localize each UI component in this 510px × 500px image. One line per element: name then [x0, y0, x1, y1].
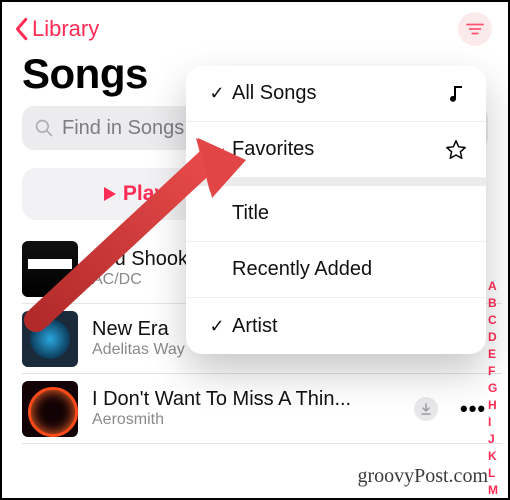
- menu-label: Recently Added: [232, 258, 468, 281]
- index-letter[interactable]: J: [488, 431, 498, 448]
- menu-item-artist[interactable]: ✓ Artist: [186, 298, 486, 354]
- index-letter[interactable]: C: [488, 312, 498, 329]
- star-icon: [444, 139, 468, 161]
- index-letter[interactable]: L: [488, 465, 498, 482]
- index-letter[interactable]: A: [488, 278, 498, 295]
- album-art: [22, 381, 78, 437]
- index-letter[interactable]: D: [488, 329, 498, 346]
- menu-label: Favorites: [232, 138, 442, 161]
- checkmark-icon: ✓: [204, 83, 230, 104]
- watermark: groovyPost.com: [357, 465, 488, 488]
- menu-label: All Songs: [232, 82, 442, 105]
- index-letter[interactable]: K: [488, 448, 498, 465]
- album-art: [22, 311, 78, 367]
- index-letter[interactable]: I: [488, 414, 498, 431]
- sort-menu: ✓ All Songs Favorites Title Recent: [186, 66, 486, 354]
- index-letter[interactable]: B: [488, 295, 498, 312]
- menu-separator: [186, 178, 486, 186]
- menu-item-favorites[interactable]: Favorites: [186, 122, 486, 178]
- sort-button[interactable]: [458, 12, 492, 46]
- menu-label: Title: [232, 202, 468, 225]
- search-placeholder: Find in Songs: [62, 117, 184, 140]
- search-icon: [34, 118, 54, 138]
- download-icon[interactable]: [414, 397, 438, 421]
- alpha-index[interactable]: A B C D E F G H I J K L M: [488, 278, 498, 499]
- play-label: Play: [123, 182, 166, 206]
- play-icon: [103, 186, 117, 202]
- index-letter[interactable]: F: [488, 363, 498, 380]
- more-button[interactable]: •••: [460, 396, 488, 422]
- album-art: [22, 241, 78, 297]
- menu-item-all-songs[interactable]: ✓ All Songs: [186, 66, 486, 122]
- song-artist: Aerosmith: [92, 411, 400, 429]
- menu-item-recently-added[interactable]: Recently Added: [186, 242, 486, 298]
- back-button[interactable]: Library: [12, 16, 99, 42]
- song-title: I Don't Want To Miss A Thin...: [92, 388, 400, 411]
- chevron-left-icon: [12, 17, 30, 41]
- menu-item-title[interactable]: Title: [186, 186, 486, 242]
- index-letter[interactable]: G: [488, 380, 498, 397]
- list-sort-icon: [466, 22, 484, 36]
- index-letter[interactable]: H: [488, 397, 498, 414]
- list-item[interactable]: I Don't Want To Miss A Thin... Aerosmith…: [22, 374, 502, 444]
- music-note-icon: [444, 84, 468, 104]
- index-letter[interactable]: E: [488, 346, 498, 363]
- checkmark-icon: ✓: [204, 316, 230, 337]
- back-label: Library: [32, 16, 99, 42]
- menu-label: Artist: [232, 315, 468, 338]
- page-title: Songs: [22, 50, 148, 98]
- index-letter[interactable]: M: [488, 482, 498, 499]
